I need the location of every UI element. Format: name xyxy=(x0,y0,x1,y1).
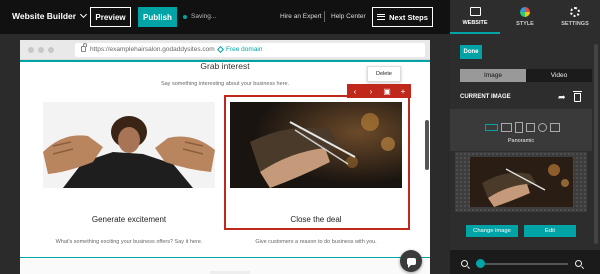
monitor-icon xyxy=(469,6,481,16)
zoom-out-icon[interactable] xyxy=(461,260,468,267)
tab-label: WEBSITE xyxy=(462,19,488,26)
chevron-right-icon[interactable]: › xyxy=(363,84,379,98)
address-bar: https://examplehairsalon.godaddysites.co… xyxy=(75,43,425,57)
tab-website[interactable]: WEBSITE xyxy=(450,0,500,34)
change-image-button[interactable]: Change image xyxy=(466,225,518,237)
replace-icon[interactable]: ➦ xyxy=(558,93,566,102)
current-image-thumbnail[interactable] xyxy=(470,157,573,207)
hire-expert-link[interactable]: Hire an Expert xyxy=(280,13,322,20)
column-title[interactable]: Generate excitement xyxy=(43,215,215,224)
segment-image[interactable]: Image xyxy=(460,69,526,82)
window-dot-icon xyxy=(28,47,34,53)
plus-icon[interactable]: + xyxy=(395,84,411,98)
shape-original-icon[interactable] xyxy=(550,123,560,132)
palette-icon xyxy=(520,7,530,17)
zoom-in-icon[interactable] xyxy=(575,260,582,267)
shape-portrait-icon[interactable] xyxy=(515,122,523,133)
status-dot-icon xyxy=(183,14,187,19)
shape-square-icon[interactable] xyxy=(526,123,535,132)
tab-settings[interactable]: SETTINGS xyxy=(550,0,600,34)
preview-button[interactable]: Preview xyxy=(90,7,131,27)
column-image[interactable] xyxy=(43,102,215,188)
segment-video[interactable]: Video xyxy=(526,69,592,82)
free-domain-link[interactable]: Free domain xyxy=(216,45,263,54)
edit-image-button[interactable]: Edit xyxy=(524,225,576,237)
section-border xyxy=(20,257,430,258)
current-image-heading: CURRENT IMAGE xyxy=(460,94,511,100)
browser-preview: https://examplehairsalon.godaddysites.co… xyxy=(20,40,430,274)
media-type-toggle: Image Video xyxy=(460,69,592,82)
site-section[interactable]: Grab interest Say something interesting … xyxy=(20,60,430,274)
free-domain-label: Free domain xyxy=(226,46,263,53)
window-dot-icon xyxy=(38,47,44,53)
trash-icon[interactable] xyxy=(573,91,582,102)
site-url: https://examplehairsalon.godaddysites.co… xyxy=(90,46,215,53)
tab-label: STYLE xyxy=(516,21,534,27)
window-dot-icon xyxy=(48,47,54,53)
lock-icon xyxy=(81,43,87,52)
brand-menu[interactable]: Website Builder xyxy=(12,10,88,21)
save-status: Saving... xyxy=(183,13,216,20)
brand-label: Website Builder xyxy=(12,11,77,21)
save-status-text: Saving... xyxy=(191,13,217,20)
list-icon xyxy=(377,14,386,20)
next-steps-button[interactable]: Next Steps xyxy=(372,7,433,27)
gear-icon xyxy=(570,7,580,17)
shape-landscape-icon[interactable] xyxy=(501,123,512,132)
canvas-scrollbar[interactable] xyxy=(425,120,429,170)
top-bar: Website Builder Preview Publish Saving..… xyxy=(0,0,450,34)
zoom-slider-track[interactable] xyxy=(476,263,568,265)
tab-label: SETTINGS xyxy=(561,21,589,27)
zoom-slider-thumb[interactable] xyxy=(475,259,485,268)
done-button[interactable]: Done xyxy=(460,45,482,59)
shape-picker xyxy=(450,109,592,151)
tab-style[interactable]: STYLE xyxy=(500,0,550,34)
help-center-link[interactable]: Help Center xyxy=(331,13,366,20)
trash-icon[interactable]: ▣ xyxy=(379,84,395,98)
panel-scrollbar[interactable] xyxy=(594,44,598,244)
column-text[interactable]: Give customers a reason to do business w… xyxy=(230,239,402,245)
tag-icon xyxy=(216,45,225,54)
block-toolbar: ‹ › ▣ + xyxy=(347,84,411,98)
chevron-down-icon xyxy=(80,10,88,19)
browser-chrome: https://examplehairsalon.godaddysites.co… xyxy=(20,40,430,60)
chat-icon xyxy=(406,257,416,268)
next-steps-label: Next Steps xyxy=(389,12,428,22)
delete-tooltip: Delete xyxy=(367,66,401,82)
shape-panoramic-icon[interactable] xyxy=(485,124,498,131)
column-text[interactable]: What's something exciting your business … xyxy=(43,239,215,245)
shape-circle-icon[interactable] xyxy=(538,123,547,132)
chevron-left-icon[interactable]: ‹ xyxy=(347,84,363,98)
selected-column-outline xyxy=(224,95,410,230)
panel-tabs: WEBSITE STYLE SETTINGS xyxy=(450,0,600,34)
selected-shape-label: Panoramic xyxy=(507,138,535,144)
chat-button[interactable] xyxy=(400,250,422,272)
divider xyxy=(324,11,325,22)
publish-button[interactable]: Publish xyxy=(138,7,177,27)
